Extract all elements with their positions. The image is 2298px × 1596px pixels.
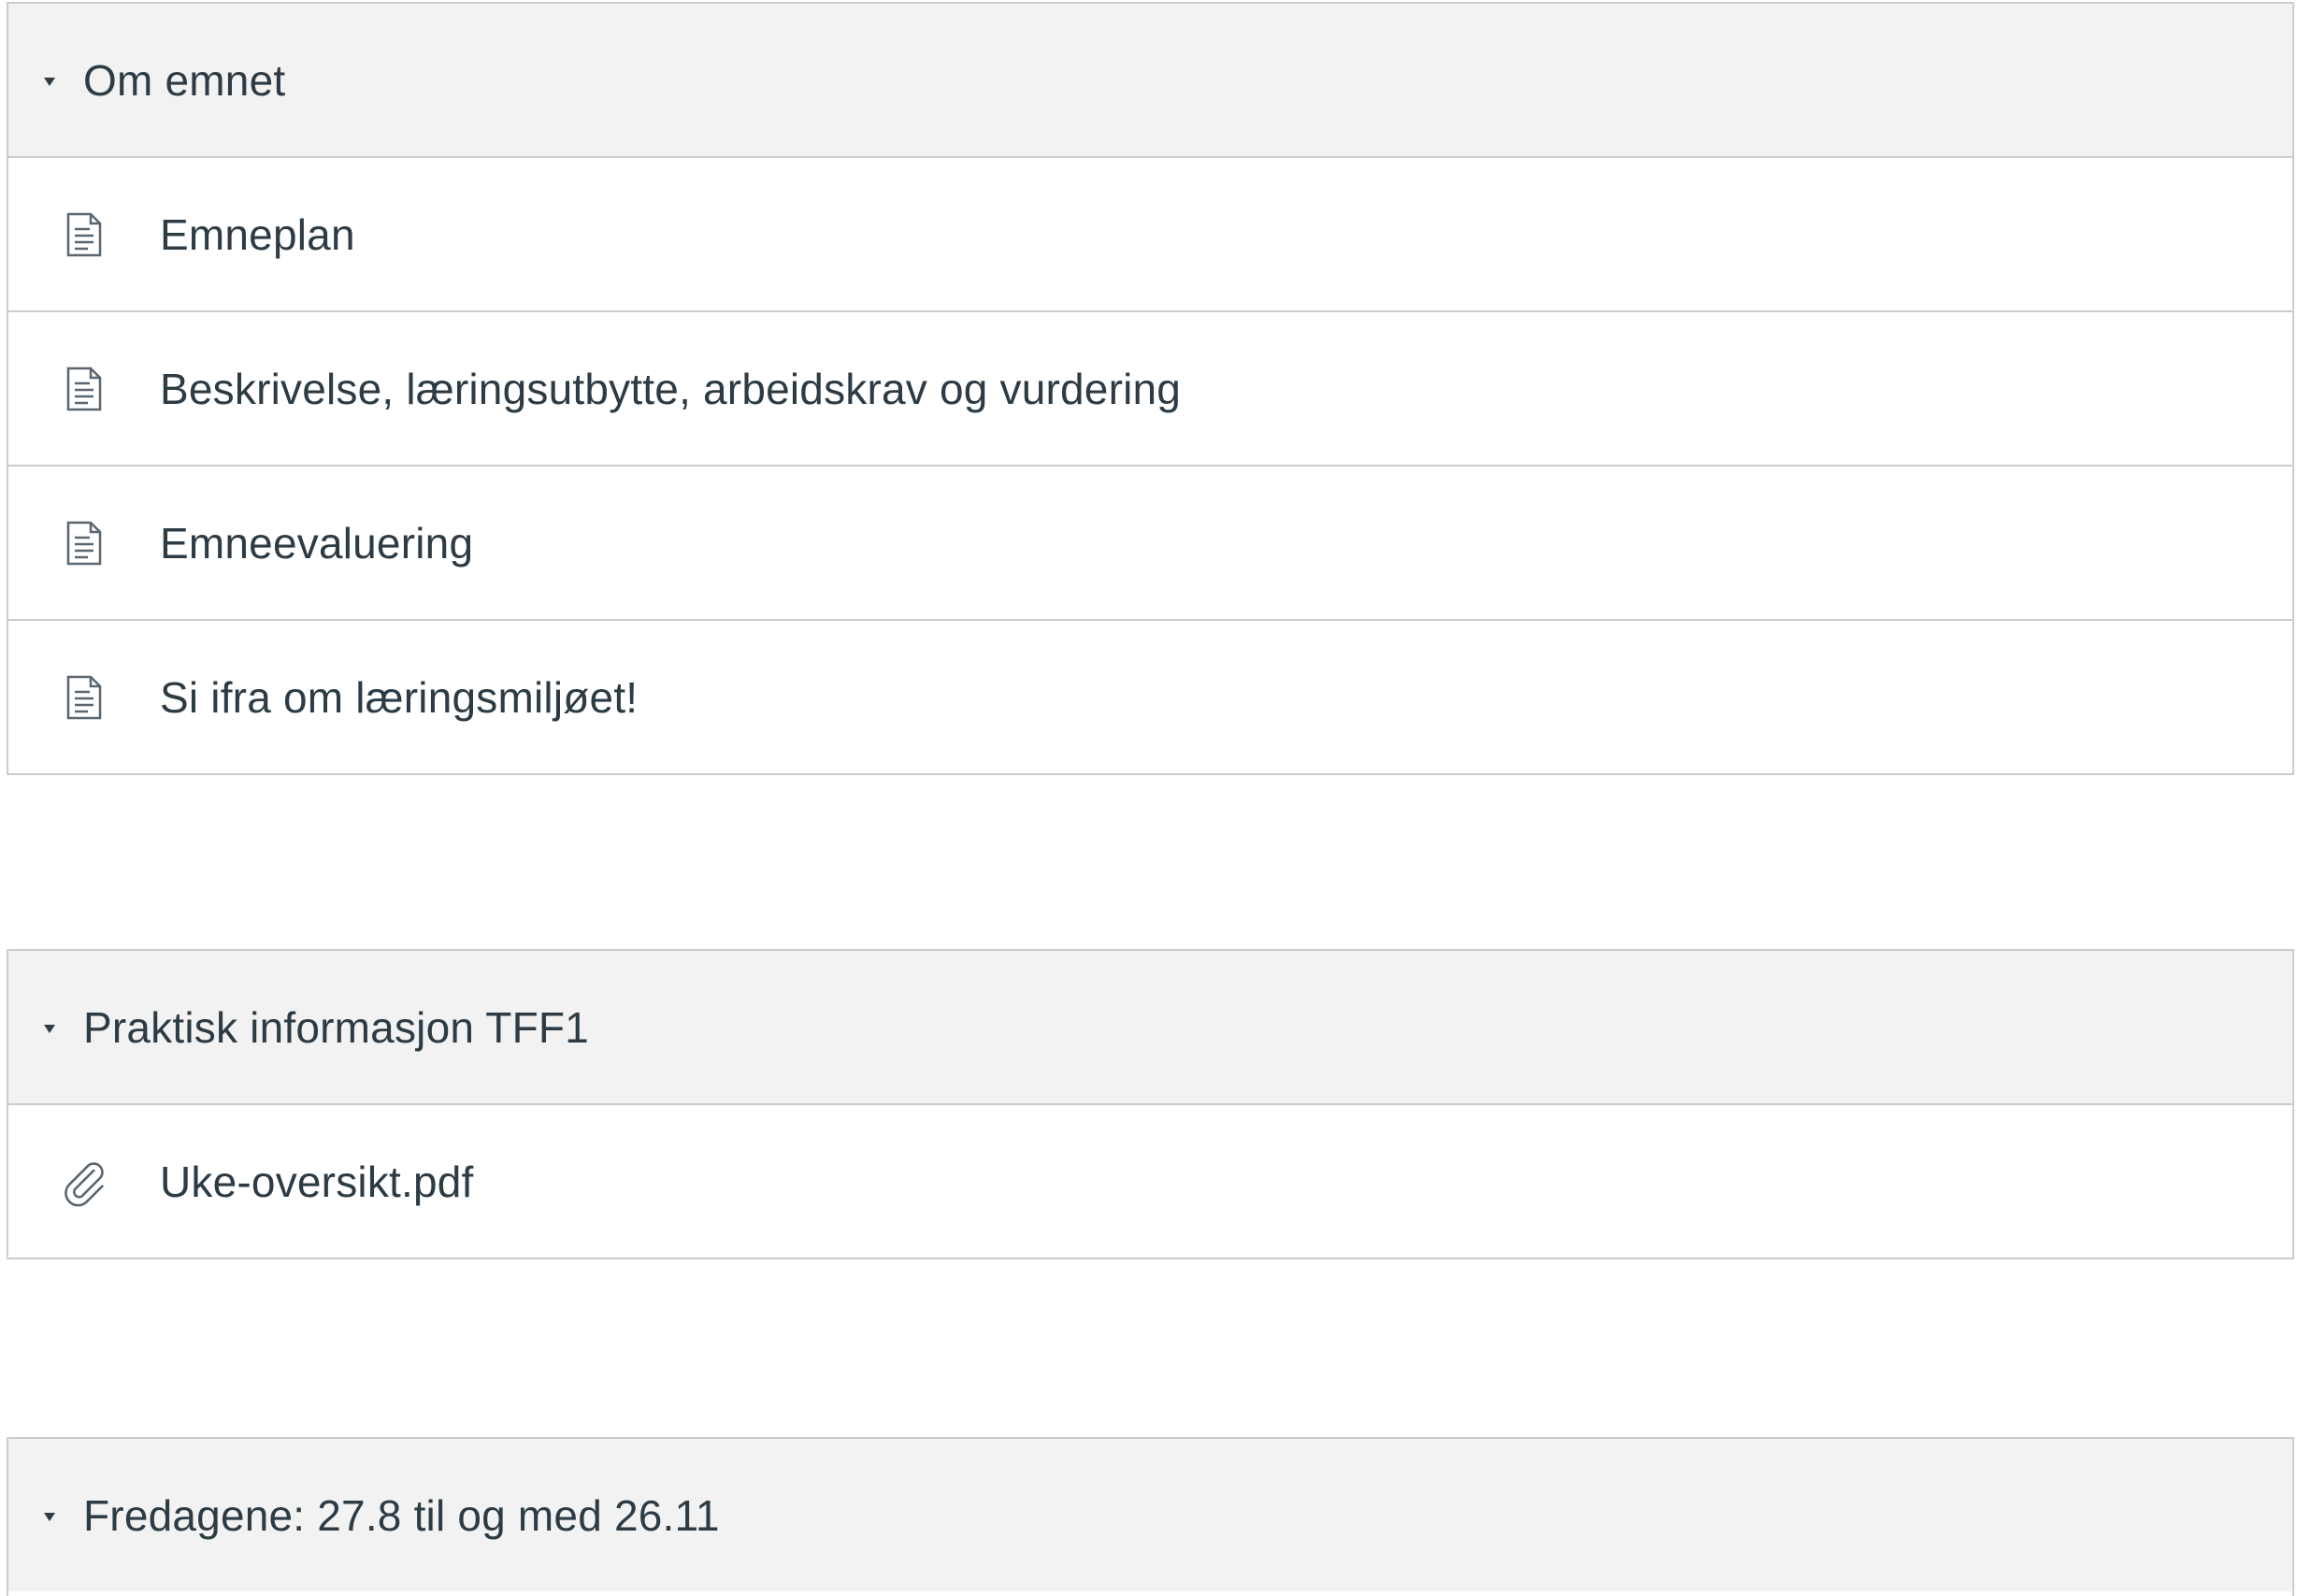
- module-title: Fredagene: 27.8 til og med 26.11: [83, 1490, 720, 1540]
- caret-down-icon[interactable]: [44, 1024, 55, 1033]
- module-item-si-ifra[interactable]: Si ifra om læringsmiljøet!: [8, 619, 2292, 773]
- module-praktisk-informasjon: Praktisk informasjon TFF1 Uke-oversikt.p…: [7, 949, 2294, 1259]
- module-item-emneplan[interactable]: Emneplan: [8, 156, 2292, 310]
- module-title: Praktisk informasjon TFF1: [83, 1002, 589, 1052]
- document-icon: [61, 209, 108, 260]
- item-label[interactable]: Uke-oversikt.pdf: [160, 1157, 474, 1207]
- module-header[interactable]: Fredagene: 27.8 til og med 26.11: [8, 1439, 2292, 1591]
- paperclip-icon: [61, 1157, 108, 1207]
- document-icon: [61, 672, 108, 723]
- module-item-beskrivelse[interactable]: Beskrivelse, læringsutbytte, arbeidskrav…: [8, 310, 2292, 465]
- module-item-uke-oversikt[interactable]: Uke-oversikt.pdf: [8, 1103, 2292, 1258]
- item-label[interactable]: Emneevaluering: [160, 518, 473, 568]
- item-label[interactable]: Si ifra om læringsmiljøet!: [160, 672, 638, 723]
- document-icon: [61, 518, 108, 568]
- item-label[interactable]: Emneplan: [160, 209, 355, 260]
- module-title: Om emnet: [83, 55, 286, 105]
- module-header[interactable]: Om emnet: [8, 4, 2292, 156]
- caret-down-icon[interactable]: [44, 1512, 55, 1521]
- module-item-emneevaluering[interactable]: Emneevaluering: [8, 465, 2292, 619]
- module-header[interactable]: Praktisk informasjon TFF1: [8, 951, 2292, 1103]
- document-icon: [61, 364, 108, 414]
- module-om-emnet: Om emnet Emneplan Beskrivelse, læringsut…: [7, 2, 2294, 775]
- caret-down-icon[interactable]: [44, 77, 55, 86]
- module-fredagene: Fredagene: 27.8 til og med 26.11: [7, 1437, 2294, 1596]
- item-label[interactable]: Beskrivelse, læringsutbytte, arbeidskrav…: [160, 364, 1181, 414]
- modules-page: Om emnet Emneplan Beskrivelse, læringsut…: [0, 0, 2298, 1596]
